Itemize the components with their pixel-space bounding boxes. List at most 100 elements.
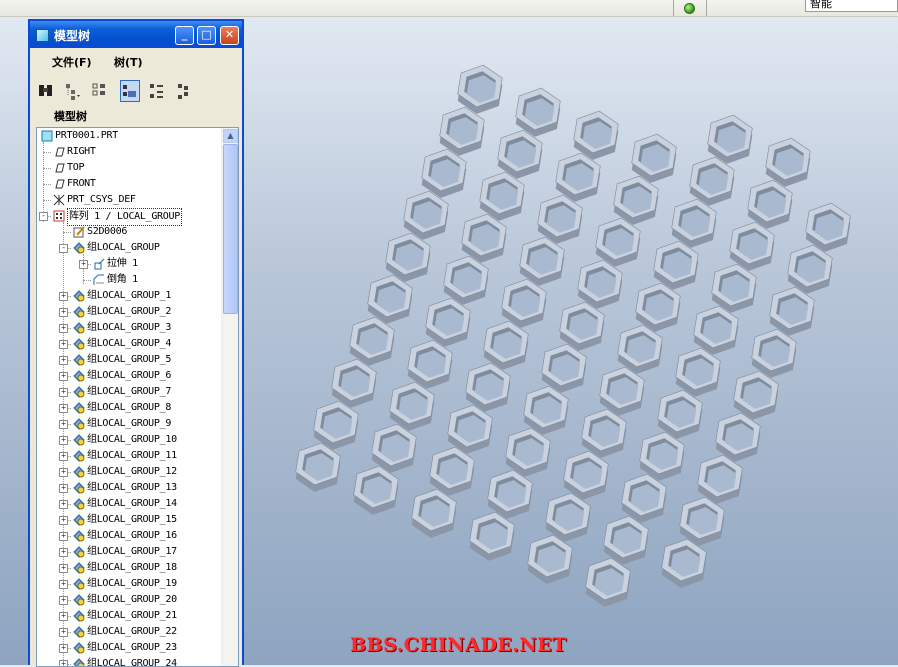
show-model-tree-icon[interactable]	[120, 80, 140, 102]
expand-toggle[interactable]: +	[59, 388, 68, 397]
expand-toggle[interactable]: +	[59, 484, 68, 493]
collapse-toggle[interactable]: -	[59, 244, 68, 253]
expand-tree-icon[interactable]	[147, 80, 167, 102]
expand-toggle[interactable]: +	[59, 324, 68, 333]
expand-toggle[interactable]: +	[59, 404, 68, 413]
expand-toggle[interactable]: +	[59, 292, 68, 301]
tree-item[interactable]: + 组LOCAL_GROUP_11	[37, 448, 220, 464]
group-icon	[73, 322, 85, 334]
group-icon	[73, 434, 85, 446]
expand-toggle[interactable]: +	[59, 340, 68, 349]
tree-item[interactable]: + 拉伸 1	[37, 256, 220, 272]
find-icon[interactable]	[36, 80, 56, 102]
csys-icon	[53, 194, 65, 206]
expand-toggle[interactable]: +	[59, 564, 68, 573]
tree-item[interactable]: + 组LOCAL_GROUP_13	[37, 480, 220, 496]
tree-item[interactable]: + 组LOCAL_GROUP_23	[37, 640, 220, 656]
expand-toggle[interactable]: +	[59, 596, 68, 605]
tree-item-label: 组LOCAL_GROUP_20	[87, 594, 177, 605]
tree-item-label: PRT0001.PRT	[55, 130, 118, 141]
tree-item[interactable]: S2D0006	[37, 224, 220, 240]
tree-item[interactable]: + 组LOCAL_GROUP_3	[37, 320, 220, 336]
tree-item[interactable]: + 组LOCAL_GROUP_9	[37, 416, 220, 432]
window-titlebar[interactable]: 模型树 _ □ ✕	[30, 21, 242, 48]
menu-tree[interactable]: 树(T)	[114, 54, 143, 70]
tree-item[interactable]: + 组LOCAL_GROUP_12	[37, 464, 220, 480]
group-icon	[73, 626, 85, 638]
expand-toggle[interactable]: +	[59, 628, 68, 637]
tree-item[interactable]: - 组LOCAL_GROUP	[37, 240, 220, 256]
selection-filter-select[interactable]: 智能	[805, 0, 898, 12]
expand-toggle[interactable]: +	[59, 660, 68, 666]
tree-item[interactable]: + 组LOCAL_GROUP_6	[37, 368, 220, 384]
tree-item-label: RIGHT	[67, 146, 96, 157]
expand-toggle[interactable]: +	[59, 516, 68, 525]
minimize-button[interactable]: _	[175, 26, 194, 45]
tree-item[interactable]: + 组LOCAL_GROUP_1	[37, 288, 220, 304]
tree-item-label: PRT_CSYS_DEF	[67, 194, 136, 205]
tree-item[interactable]: + 组LOCAL_GROUP_4	[37, 336, 220, 352]
expand-toggle[interactable]: +	[59, 468, 68, 477]
tree-item[interactable]: + 组LOCAL_GROUP_17	[37, 544, 220, 560]
scroll-up-button[interactable]: ▲	[223, 129, 238, 143]
tree-item[interactable]: TOP	[37, 160, 220, 176]
tree-item[interactable]: + 组LOCAL_GROUP_18	[37, 560, 220, 576]
expand-toggle[interactable]: +	[59, 420, 68, 429]
collapse-toggle[interactable]: -	[39, 212, 48, 221]
expand-toggle[interactable]: +	[59, 436, 68, 445]
group-icon	[73, 290, 85, 302]
expand-toggle[interactable]: +	[59, 644, 68, 653]
status-separator	[673, 0, 674, 16]
graphics-viewport[interactable]	[244, 17, 898, 665]
tree-item[interactable]: + 组LOCAL_GROUP_10	[37, 432, 220, 448]
group-icon	[73, 418, 85, 430]
tree-item[interactable]: + 组LOCAL_GROUP_24	[37, 656, 220, 666]
tree-item[interactable]: + 组LOCAL_GROUP_2	[37, 304, 220, 320]
maximize-button[interactable]: □	[197, 26, 216, 45]
group-icon	[73, 578, 85, 590]
expand-toggle[interactable]: +	[59, 452, 68, 461]
scroll-thumb[interactable]	[223, 144, 238, 314]
tree-item[interactable]: + 组LOCAL_GROUP_16	[37, 528, 220, 544]
tree-item[interactable]: + 组LOCAL_GROUP_5	[37, 352, 220, 368]
tree-connector	[43, 200, 51, 201]
tree-item[interactable]: + 组LOCAL_GROUP_14	[37, 496, 220, 512]
expand-toggle[interactable]: +	[59, 308, 68, 317]
group-icon	[73, 482, 85, 494]
expand-toggle[interactable]: +	[59, 356, 68, 365]
tree-item-label: 组LOCAL_GROUP_14	[87, 498, 177, 509]
regen-status-icon[interactable]	[684, 3, 695, 14]
tree-item[interactable]: + 组LOCAL_GROUP_21	[37, 608, 220, 624]
close-button[interactable]: ✕	[220, 26, 239, 45]
tree-item[interactable]: 倒角 1	[37, 272, 220, 288]
group-icon	[73, 402, 85, 414]
tree-item[interactable]: FRONT	[37, 176, 220, 192]
expand-toggle[interactable]: +	[59, 532, 68, 541]
collapse-tree-icon[interactable]	[174, 80, 194, 102]
tree-scrollbar[interactable]: ▲	[221, 128, 238, 666]
group-icon	[73, 338, 85, 350]
tree-columns-icon[interactable]	[90, 80, 110, 102]
tree-item[interactable]: + 组LOCAL_GROUP_19	[37, 576, 220, 592]
tree-item[interactable]: + 组LOCAL_GROUP_8	[37, 400, 220, 416]
tree-item[interactable]: + 组LOCAL_GROUP_20	[37, 592, 220, 608]
tree-item-label: 组LOCAL_GROUP_4	[87, 338, 172, 349]
datum-plane-icon	[53, 146, 65, 158]
tree-item-label: 组LOCAL_GROUP_18	[87, 562, 177, 573]
tree-item[interactable]: + 组LOCAL_GROUP_7	[37, 384, 220, 400]
expand-toggle[interactable]: +	[59, 580, 68, 589]
menu-file[interactable]: 文件(F)	[52, 54, 92, 70]
expand-toggle[interactable]: +	[59, 612, 68, 621]
tree-item[interactable]: + 组LOCAL_GROUP_15	[37, 512, 220, 528]
expand-toggle[interactable]: +	[59, 548, 68, 557]
tree-item[interactable]: - 阵列 1 / LOCAL_GROUP	[37, 208, 220, 226]
expand-toggle[interactable]: +	[59, 372, 68, 381]
tree-item[interactable]: + 组LOCAL_GROUP_22	[37, 624, 220, 640]
tree-root-item[interactable]: PRT0001.PRT	[37, 128, 220, 144]
tree-item[interactable]: RIGHT	[37, 144, 220, 160]
expand-toggle[interactable]: +	[59, 500, 68, 509]
tree-settings-icon[interactable]	[63, 80, 83, 102]
tree-item-label: 组LOCAL_GROUP_23	[87, 642, 177, 653]
expand-toggle[interactable]: +	[79, 260, 88, 269]
tree-item[interactable]: PRT_CSYS_DEF	[37, 192, 220, 208]
